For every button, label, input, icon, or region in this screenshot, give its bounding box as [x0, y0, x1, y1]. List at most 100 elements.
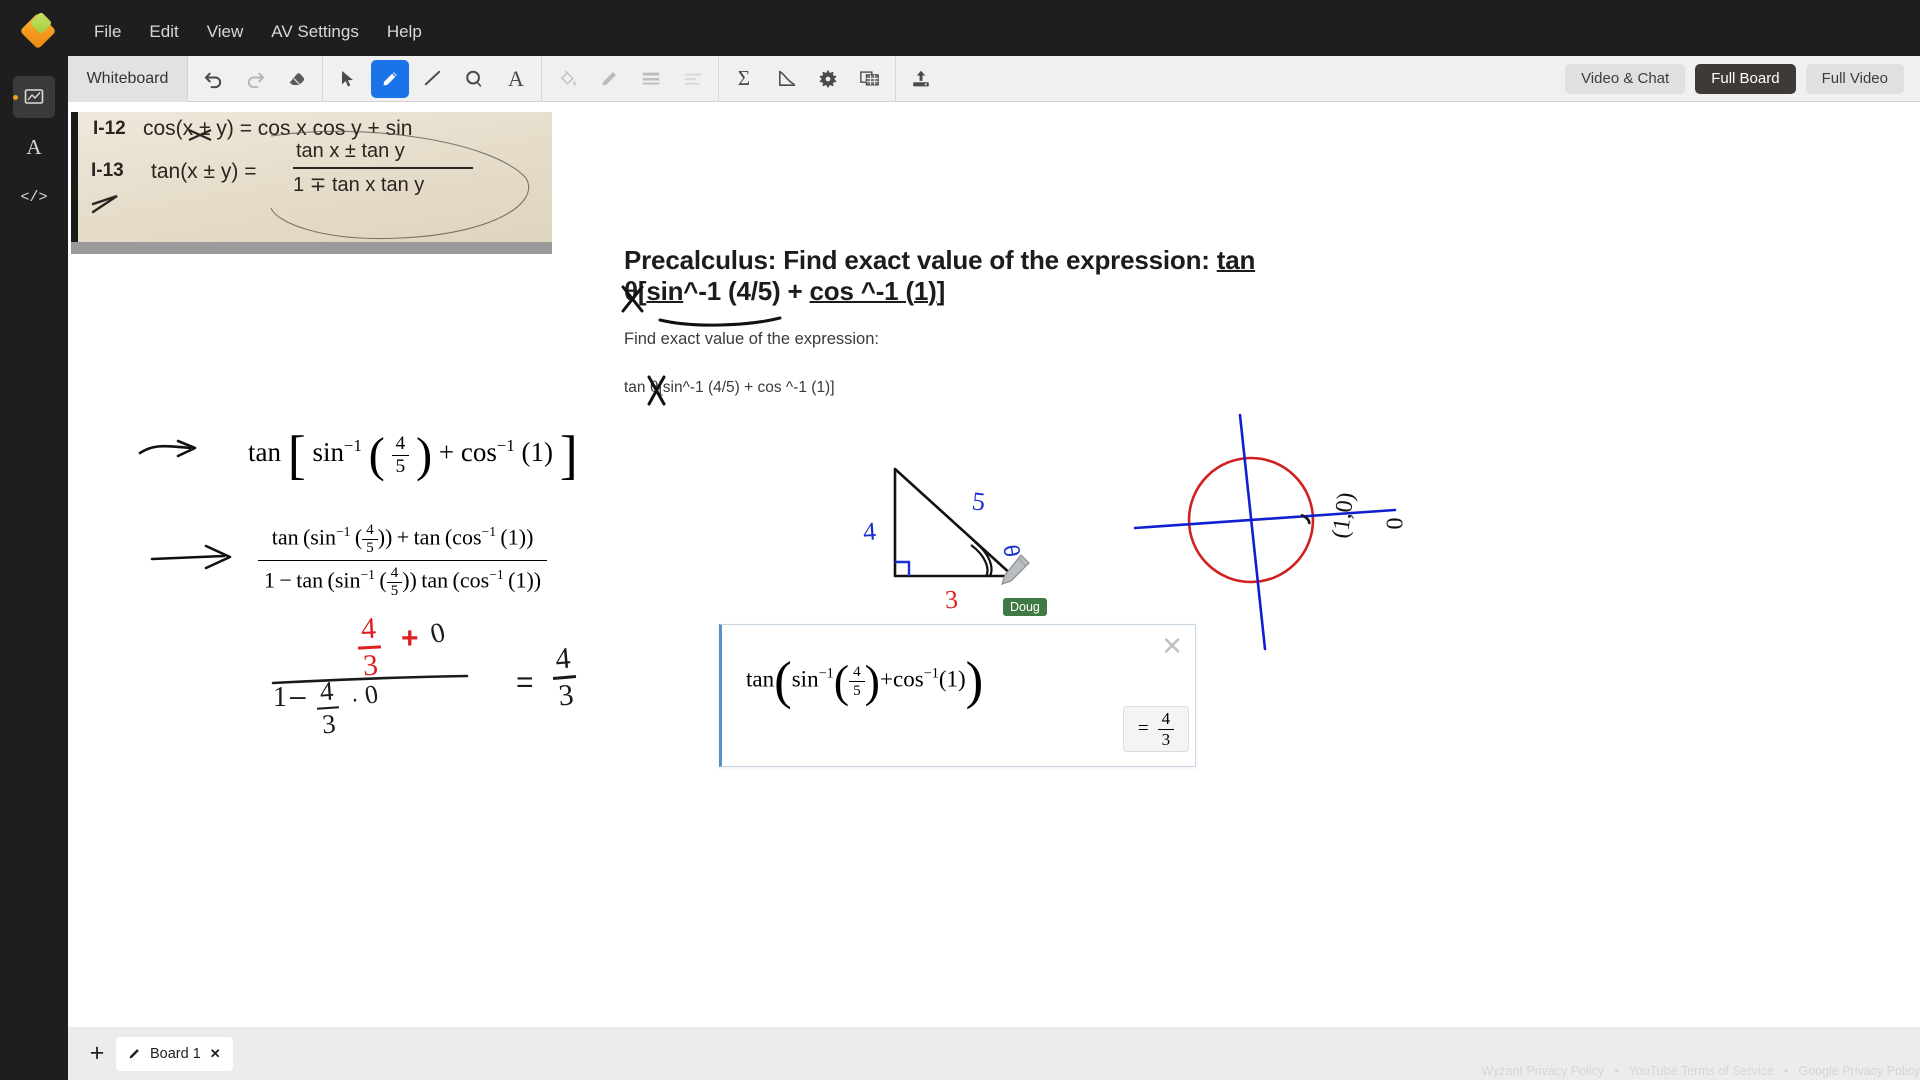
close-bracket: ] — [559, 425, 578, 485]
card-result-equals: = — [1137, 718, 1149, 739]
step2-numerator: tan (sin−1 (4 5)) + tan (cos−1 (1)) — [271, 522, 534, 556]
footer-link-wyzant-privacy[interactable]: Wyzant Privacy Policy — [1481, 1064, 1604, 1078]
unit-circle-drawing[interactable] — [1123, 402, 1413, 662]
menu-av-settings[interactable]: AV Settings — [257, 16, 373, 48]
hw-den-one: 1 — [273, 682, 287, 713]
rail-item-text[interactable]: A — [13, 126, 55, 168]
footer-link-youtube-terms[interactable]: YouTube Terms of Service — [1629, 1064, 1774, 1078]
shape-tool[interactable] — [455, 60, 493, 98]
line-weight-icon — [642, 72, 660, 84]
left-rail: A </> — [0, 64, 68, 1080]
hw-result-d: 3 — [552, 675, 580, 714]
hw-equals: = — [516, 666, 534, 699]
gear-burst-icon — [819, 69, 837, 88]
math-card-result-chip[interactable]: = 4 3 — [1123, 706, 1189, 752]
step1-cos-exp: −1 — [496, 436, 515, 456]
close-paren-1: ) — [415, 428, 433, 482]
title-underline-scribble — [658, 316, 782, 327]
hw-result-n: 4 — [553, 641, 572, 676]
math-result-card[interactable]: ✕ tan(sin−1(4 5)+cos−1(1)) = 4 3 — [719, 624, 1196, 767]
pen-tool[interactable] — [371, 59, 409, 98]
rail-item-code[interactable]: </> — [13, 176, 55, 218]
remote-cursor-name-tag: Doug — [1003, 598, 1047, 616]
hw-den-dot: · — [351, 686, 359, 713]
step1-arrow — [138, 439, 197, 458]
close-board-icon[interactable]: ✕ — [210, 1046, 221, 1062]
text-tool[interactable]: A — [497, 60, 535, 98]
line-tool[interactable] — [413, 60, 451, 98]
table-grid-icon — [860, 71, 879, 86]
text-a-icon: A — [26, 134, 42, 159]
upload-button[interactable] — [902, 60, 940, 98]
hw-den-minus: – — [290, 680, 306, 711]
undo-button[interactable] — [194, 60, 232, 98]
line-weight-tool[interactable] — [632, 60, 670, 98]
full-video-button[interactable]: Full Video — [1805, 63, 1904, 94]
eraser-icon — [289, 72, 305, 85]
card-tan: tan — [746, 666, 775, 692]
dashed-lines-icon — [684, 73, 702, 85]
page-title: Precalculus: Find exact value of the exp… — [624, 245, 1314, 306]
hw-num-zero: 0 — [427, 616, 449, 651]
menu-file[interactable]: File — [80, 16, 135, 48]
triangle-side-base-label: 3 — [944, 584, 959, 615]
menu-help[interactable]: Help — [373, 16, 436, 48]
grid-tool[interactable] — [851, 60, 889, 98]
card-cos: cos — [892, 666, 924, 692]
card-frac-n: 4 — [853, 662, 861, 680]
toolbar-group-math: Σ — [719, 55, 896, 102]
card-result-d: 3 — [1157, 728, 1175, 750]
hw-num-frac-n: 4 — [360, 611, 377, 646]
hw-den-frac-n: 4 — [318, 675, 335, 707]
fill-color-tool[interactable] — [548, 60, 586, 98]
wyzant-diamond-logo — [19, 11, 57, 50]
chemistry-tool[interactable] — [809, 60, 847, 98]
textbook-photo[interactable]: I-12 cos(x ± y) = cos x cos y + sin I-13… — [71, 112, 552, 254]
pencil-icon — [383, 72, 397, 86]
redo-button[interactable] — [236, 60, 274, 98]
footer-sep-2: • — [1784, 1064, 1789, 1078]
toolbar-group-file — [896, 56, 946, 102]
card-cos-exp: −1 — [923, 665, 939, 682]
close-x-icon[interactable]: ✕ — [1161, 633, 1183, 659]
card-sin-exp: −1 — [818, 665, 834, 682]
step1-sin-exp: −1 — [344, 436, 362, 456]
whiteboard-canvas[interactable]: I-12 cos(x ± y) = cos x cos y + sin I-13… — [68, 102, 1920, 1027]
whiteboard-icon — [24, 89, 44, 104]
math-card-expression: tan(sin−1(4 5)+cos−1(1)) — [746, 652, 984, 710]
video-and-chat-button[interactable]: Video & Chat — [1565, 63, 1686, 94]
photo-bottom-edge — [71, 242, 552, 254]
line-icon — [424, 70, 440, 86]
full-board-button[interactable]: Full Board — [1695, 63, 1796, 94]
step1-plus: + — [438, 437, 455, 468]
code-brackets-icon: </> — [20, 188, 48, 206]
page-subtitle: Find exact value of the expression: — [624, 330, 879, 348]
whiteboard-label: Whiteboard — [68, 55, 188, 102]
hw-den-frac-d: 3 — [316, 706, 341, 741]
menu-edit[interactable]: Edit — [135, 16, 192, 48]
app-window: File Edit View AV Settings Help A </> Wh… — [0, 0, 1920, 1080]
rail-item-whiteboard[interactable] — [13, 76, 55, 118]
step1-equation: tan [ sin−1 ( 4 5 ) + cos−1 (1) ] — [248, 424, 578, 486]
redo-icon — [247, 72, 264, 89]
line-style-tool[interactable] — [674, 60, 712, 98]
menubar: File Edit View AV Settings Help — [0, 0, 1920, 64]
stroke-color-tool[interactable] — [590, 60, 628, 98]
hw-result-fraction: 4 3 — [550, 641, 580, 714]
step1-tan: tan — [248, 437, 281, 468]
marker-pen-icon — [602, 71, 616, 86]
menu-view[interactable]: View — [193, 16, 258, 48]
undo-icon — [204, 72, 221, 89]
toolbar-group-style — [542, 55, 719, 102]
triangle-side-vertical-label: 4 — [861, 516, 877, 547]
select-tool[interactable] — [329, 60, 367, 98]
right-triangle-drawing[interactable] — [838, 442, 1098, 602]
textbook-annotation-marks — [91, 128, 530, 240]
graph-tool[interactable] — [767, 60, 805, 98]
add-board-button[interactable]: + — [78, 1039, 116, 1068]
card-frac-d: 5 — [849, 680, 865, 700]
board-tab-1[interactable]: Board 1 ✕ — [116, 1036, 233, 1071]
footer-link-google-privacy[interactable]: Google Privacy Policy — [1798, 1064, 1920, 1078]
eraser-button[interactable] — [278, 60, 316, 98]
equation-tool[interactable]: Σ — [725, 60, 763, 98]
